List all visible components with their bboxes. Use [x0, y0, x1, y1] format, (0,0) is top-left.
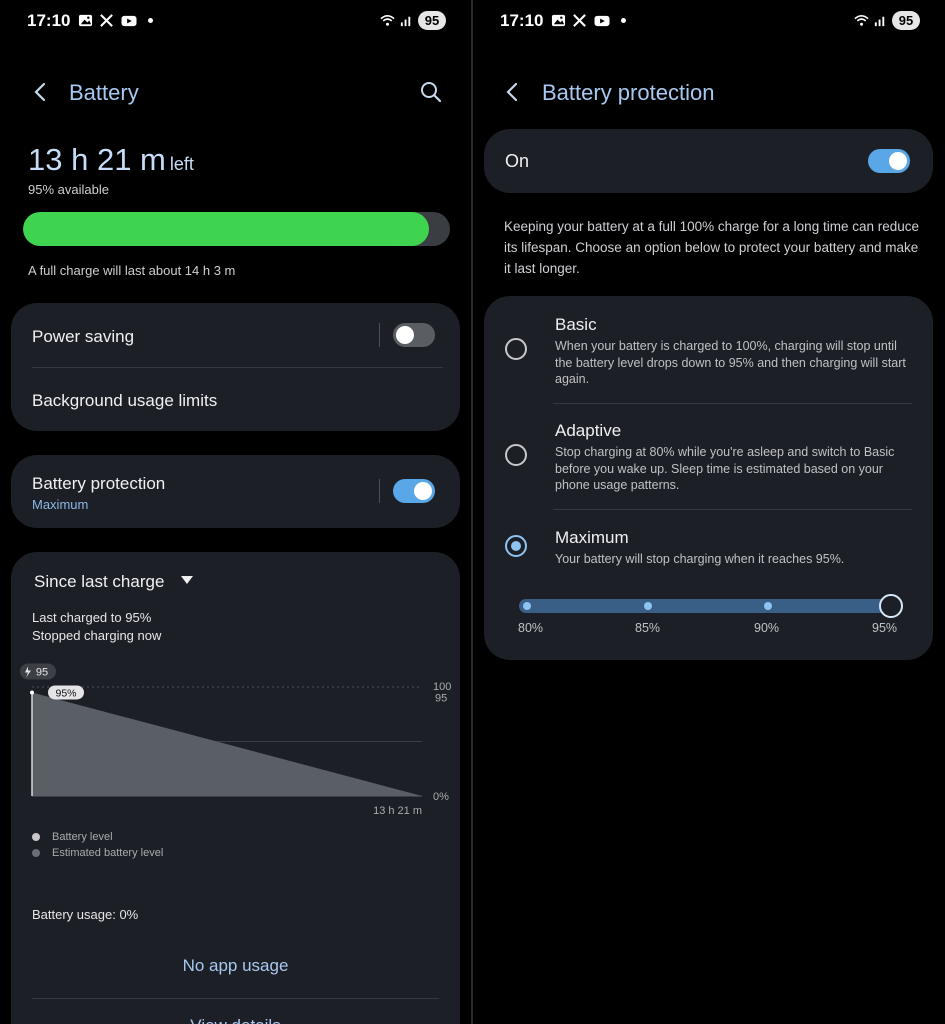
- row-divider: [379, 323, 380, 347]
- gallery-icon: [551, 14, 566, 27]
- row-separator: [553, 509, 912, 510]
- charge-badge-label: 95: [36, 666, 48, 678]
- option-maximum-desc: Your battery will stop charging when it …: [555, 552, 845, 566]
- power-card: Power saving Background usage limits: [11, 303, 460, 431]
- status-time: 17:10: [27, 11, 71, 30]
- youtube-icon: [121, 15, 137, 27]
- x-end-label: 13 h 21 m: [373, 805, 422, 817]
- full-charge-estimate: A full charge will last about 14 h 3 m: [28, 263, 236, 278]
- battery-protection-card[interactable]: Battery protection Maximum: [11, 455, 460, 528]
- toggle-knob: [414, 482, 432, 500]
- background-limits-label[interactable]: Background usage limits: [32, 391, 217, 411]
- charge-point: [30, 690, 34, 695]
- tick-label-80: 80%: [518, 621, 544, 635]
- status-battery-badge: 95: [892, 11, 920, 30]
- radio-maximum[interactable]: [505, 535, 527, 557]
- estimated-level-area: [32, 692, 422, 796]
- search-icon[interactable]: [419, 80, 443, 104]
- since-last-charge-dropdown[interactable]: Since last charge: [34, 572, 164, 592]
- page-title: Battery: [69, 80, 139, 105]
- x-logo-icon: [100, 14, 113, 27]
- battery-protection-mode: Maximum: [32, 497, 89, 512]
- status-battery-badge: 95: [418, 11, 446, 30]
- tick-label-85: 85%: [635, 621, 661, 635]
- radio-basic[interactable]: [505, 338, 527, 360]
- toggle-knob: [396, 326, 414, 344]
- youtube-icon: [594, 15, 610, 27]
- time-left-value: 13 h 21 m: [28, 142, 166, 177]
- slider-tick-80: [523, 602, 531, 610]
- y-tick-95: 95: [435, 692, 447, 704]
- power-saving-toggle[interactable]: [393, 323, 435, 347]
- status-time: 17:10: [500, 11, 544, 30]
- view-details-link[interactable]: View details: [11, 1016, 460, 1024]
- y-tick-0: 0%: [433, 791, 449, 803]
- last-charged-text: Last charged to 95%: [32, 610, 152, 625]
- option-adaptive-desc: Stop charging at 80% while you're asleep…: [555, 445, 895, 492]
- gallery-icon: [78, 14, 93, 27]
- legend-estimated-level: Estimated battery level: [52, 847, 164, 859]
- battery-protection-label: Battery protection: [32, 474, 166, 493]
- back-arrow-icon[interactable]: [501, 80, 525, 104]
- time-left-suffix: left: [169, 154, 194, 174]
- wifi-icon: [380, 15, 395, 26]
- master-switch-label: On: [505, 151, 530, 171]
- row-separator: [553, 403, 912, 404]
- power-saving-label[interactable]: Power saving: [32, 327, 134, 347]
- row-separator: [32, 367, 443, 368]
- page-title: Battery protection: [542, 80, 715, 105]
- tick-label-95: 95%: [872, 621, 898, 635]
- slider-tick-85: [644, 602, 652, 610]
- y-tick-100: 100: [433, 681, 451, 693]
- time-left: 13 h 21 m left: [28, 142, 194, 178]
- notification-dot-icon: [148, 18, 153, 23]
- option-maximum-title[interactable]: Maximum: [555, 528, 629, 548]
- master-switch-toggle[interactable]: [868, 149, 910, 173]
- point-label: 95%: [55, 687, 76, 699]
- slider-tick-90: [764, 602, 772, 610]
- battery-level-fill: [23, 212, 429, 246]
- notification-dot-icon: [621, 18, 626, 23]
- master-switch-card[interactable]: On: [484, 129, 933, 193]
- tick-label-90: 90%: [754, 621, 780, 635]
- no-app-usage-text: No app usage: [182, 956, 289, 975]
- wifi-icon: [854, 15, 869, 26]
- protection-description: Keeping your battery at a full 100% char…: [504, 219, 919, 276]
- battery-usage-text: Battery usage: 0%: [32, 907, 139, 922]
- battery-protection-toggle[interactable]: [393, 479, 435, 503]
- row-separator: [32, 998, 439, 999]
- signal-icon: [400, 16, 411, 27]
- options-card: Basic When your battery is charged to 10…: [484, 296, 933, 660]
- battery-screen: 17:10 95 Battery 13 h 21 m left 95% avail…: [0, 0, 471, 1024]
- legend-dot-estimated-level: [32, 849, 40, 857]
- option-adaptive-title[interactable]: Adaptive: [555, 421, 621, 441]
- option-basic-title[interactable]: Basic: [555, 315, 597, 335]
- signal-icon: [874, 16, 885, 27]
- status-bar: 17:10 95: [0, 10, 471, 34]
- available-percent: 95% available: [28, 182, 109, 197]
- row-divider: [379, 479, 380, 503]
- battery-chart: 9595%100950%13 h 21 m: [20, 663, 451, 817]
- battery-level-bar: [23, 212, 450, 246]
- x-logo-icon: [573, 14, 586, 27]
- legend-battery-level: Battery level: [52, 831, 113, 843]
- usage-card: Since last charge Last charged to 95% St…: [11, 552, 460, 1024]
- back-arrow-icon[interactable]: [29, 80, 53, 104]
- dropdown-caret-icon[interactable]: [181, 576, 193, 584]
- toggle-knob: [889, 152, 907, 170]
- charge-limit-slider[interactable]: [519, 599, 893, 613]
- option-basic-desc: When your battery is charged to 100%, ch…: [555, 339, 906, 386]
- status-bar: 17:10 95: [473, 10, 945, 34]
- slider-thumb[interactable]: [879, 594, 903, 618]
- battery-protection-screen: 17:10 95 Battery protection On Keeping y…: [473, 0, 945, 1024]
- legend-dot-battery-level: [32, 833, 40, 841]
- radio-adaptive[interactable]: [505, 444, 527, 466]
- stopped-charging-text: Stopped charging now: [32, 628, 162, 643]
